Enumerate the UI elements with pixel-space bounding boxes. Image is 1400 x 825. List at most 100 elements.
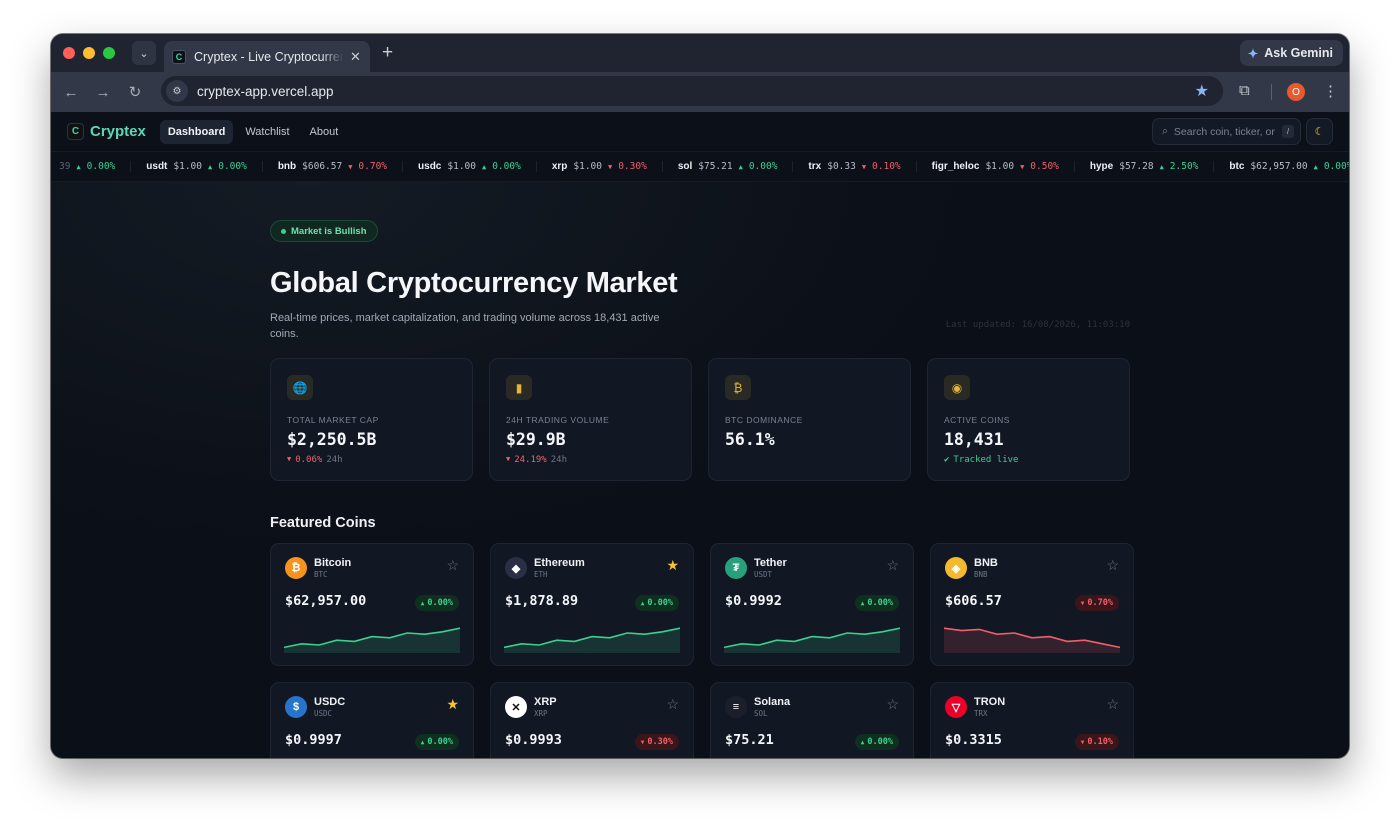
nav-links: Dashboard Watchlist About bbox=[159, 119, 347, 144]
triangle-down-icon: ▼ bbox=[506, 455, 511, 463]
favorite-star-icon[interactable]: ☆ bbox=[1106, 696, 1119, 713]
tab-strip: ⌄ C Cryptex - Live Cryptocurrency ✕ + ✦ … bbox=[51, 34, 1349, 72]
search-shortcut-key: / bbox=[1282, 125, 1294, 138]
ticker-change: 0.10% bbox=[872, 161, 901, 172]
favorite-star-icon[interactable]: ☆ bbox=[886, 696, 899, 713]
close-tab-icon[interactable]: ✕ bbox=[350, 49, 361, 65]
coin-card[interactable]: ₿ Bitcoin BTC ☆ $62,957.00 ▲ 0.00% bbox=[270, 543, 474, 666]
coin-card[interactable]: ✕ XRP XRP ☆ $0.9993 ▼ 0.30% bbox=[490, 682, 694, 758]
bookmark-star-icon[interactable]: ★ bbox=[1195, 81, 1209, 101]
ticker-item[interactable]: btc $62,957.00 ▲ 0.00% bbox=[1214, 161, 1349, 172]
triangle-up-icon: ▲ bbox=[860, 599, 865, 607]
favorite-star-icon[interactable]: ☆ bbox=[666, 696, 679, 713]
cryptex-app: C Cryptex Dashboard Watchlist About ⌕ Se… bbox=[51, 112, 1349, 758]
profile-avatar[interactable]: O bbox=[1287, 83, 1305, 101]
site-settings-icon[interactable]: ⚙ bbox=[166, 80, 188, 102]
search-placeholder: Search coin, ticker, or bbox=[1173, 125, 1275, 138]
ticker-item[interactable]: usdc $1.00 ▲ 0.00% bbox=[403, 161, 537, 172]
forward-arrow-icon[interactable]: → bbox=[87, 84, 119, 101]
change-pill: ▼ 0.70% bbox=[1074, 595, 1119, 611]
ask-gemini-button[interactable]: ✦ Ask Gemini bbox=[1239, 40, 1343, 66]
sparkline-chart bbox=[504, 627, 680, 653]
ticker-symbol: sol bbox=[677, 161, 693, 172]
favorite-star-icon[interactable]: ★ bbox=[666, 557, 679, 574]
coin-card[interactable]: ▽ TRON TRX ☆ $0.3315 ▼ 0.10% bbox=[930, 682, 1134, 758]
coin-header: ◆ Ethereum ETH bbox=[505, 557, 679, 579]
coin-ticker: ETH bbox=[534, 570, 548, 579]
ticker-price: $1.00 bbox=[573, 161, 602, 172]
triangle-down-icon: ▼ bbox=[861, 162, 867, 171]
triangle-up-icon: ▲ bbox=[640, 599, 645, 607]
cryptex-logo-icon: C bbox=[67, 123, 84, 140]
coin-names: XRP XRP bbox=[534, 696, 557, 718]
ticker-item[interactable]: xrp $1.00 ▼ 0.30% bbox=[537, 161, 663, 172]
bitcoin-icon: ₿ bbox=[725, 375, 751, 400]
coin-card[interactable]: ≡ Solana SOL ☆ $75.21 ▲ 0.00% bbox=[710, 682, 914, 758]
tab-search-button[interactable]: ⌄ bbox=[132, 41, 156, 65]
search-icon: ⌕ bbox=[1162, 125, 1168, 137]
sparkline-area bbox=[944, 628, 1120, 653]
ticker-item[interactable]: trx $0.33 ▼ 0.10% bbox=[793, 161, 917, 172]
coin-card[interactable]: ₮ Tether USDT ☆ $0.9992 ▲ 0.00% bbox=[710, 543, 914, 666]
badge-label: Market is Bullish bbox=[291, 225, 367, 237]
minimize-window-button[interactable] bbox=[83, 47, 95, 59]
stat-change: ✔ Tracked live bbox=[944, 455, 1113, 465]
ticker-price: $0.33 bbox=[827, 161, 856, 172]
cryptex-logo[interactable]: C Cryptex bbox=[67, 123, 146, 140]
ask-gemini-label: Ask Gemini bbox=[1264, 46, 1333, 60]
nav-watchlist[interactable]: Watchlist bbox=[237, 120, 297, 144]
coin-card[interactable]: ◈ BNB BNB ☆ $606.57 ▼ 0.70% bbox=[930, 543, 1134, 666]
extensions-puzzle-icon[interactable]: ⧉ bbox=[1239, 82, 1250, 99]
dashboard-main: Market is Bullish Global Cryptocurrency … bbox=[270, 220, 1134, 758]
coin-card[interactable]: ◆ Ethereum ETH ★ $1,878.89 ▲ 0.00% bbox=[490, 543, 694, 666]
ticker-item[interactable]: figr_heloc $1.00 ▼ 0.50% bbox=[917, 161, 1075, 172]
theme-toggle-button[interactable]: ☾ bbox=[1306, 118, 1333, 145]
triangle-down-icon: ▼ bbox=[1080, 738, 1085, 746]
stat-label: 24H TRADING VOLUME bbox=[506, 415, 610, 425]
ticker-item[interactable]: 39 ▲ 0.00% bbox=[51, 161, 132, 172]
coin-ticker: XRP bbox=[534, 709, 548, 718]
nav-about[interactable]: About bbox=[302, 120, 347, 144]
change-pill: ▲ 0.00% bbox=[414, 595, 459, 611]
coin-header: $ USDC USDC bbox=[285, 696, 459, 718]
app-navbar: C Cryptex Dashboard Watchlist About ⌕ Se… bbox=[51, 112, 1349, 152]
ticker-item[interactable]: sol $75.21 ▲ 0.00% bbox=[663, 161, 794, 172]
usdt-logo-icon: ₮ bbox=[725, 557, 747, 579]
favorite-star-icon[interactable]: ☆ bbox=[886, 557, 899, 574]
ticker-symbol: bnb bbox=[277, 161, 297, 172]
stat-change-period: 24h bbox=[550, 455, 567, 465]
coin-card[interactable]: $ USDC USDC ★ $0.9997 ▲ 0.00% bbox=[270, 682, 474, 758]
coin-name: TRON bbox=[974, 696, 1006, 708]
ticker-change: 0.50% bbox=[1030, 161, 1059, 172]
coin-header: ≡ Solana SOL bbox=[725, 696, 899, 718]
eth-logo-icon: ◆ bbox=[505, 557, 527, 579]
maximize-window-button[interactable] bbox=[103, 47, 115, 59]
last-updated-text: Last updated: 16/08/2026, 11:03:10 bbox=[945, 320, 1130, 330]
back-arrow-icon[interactable]: ← bbox=[55, 84, 87, 101]
coin-search-input[interactable]: ⌕ Search coin, ticker, or / bbox=[1152, 118, 1301, 145]
coin-icon: ◉ bbox=[944, 375, 970, 400]
ticker-item[interactable]: hype $57.28 ▲ 2.50% bbox=[1075, 161, 1215, 172]
coin-ticker: BTC bbox=[314, 570, 328, 579]
nav-dashboard[interactable]: Dashboard bbox=[159, 119, 234, 144]
address-bar[interactable]: ⚙ cryptex-app.vercel.app ★ bbox=[161, 76, 1223, 106]
favorite-star-icon[interactable]: ☆ bbox=[446, 557, 459, 574]
close-window-button[interactable] bbox=[63, 47, 75, 59]
new-tab-button[interactable]: + bbox=[382, 42, 393, 64]
reload-icon[interactable]: ↻ bbox=[119, 83, 151, 101]
favorite-star-icon[interactable]: ★ bbox=[446, 696, 459, 713]
ticker-item[interactable]: bnb $606.57 ▼ 0.70% bbox=[263, 161, 404, 172]
stat-change-period: 24h bbox=[326, 455, 343, 465]
coin-name: Bitcoin bbox=[314, 557, 352, 569]
favorite-star-icon[interactable]: ☆ bbox=[1106, 557, 1119, 574]
coin-names: TRON TRX bbox=[974, 696, 1005, 718]
url-text[interactable]: cryptex-app.vercel.app bbox=[197, 84, 334, 99]
stat-label: BTC DOMINANCE bbox=[725, 415, 803, 425]
active-tab[interactable]: C Cryptex - Live Cryptocurrency ✕ bbox=[164, 41, 370, 72]
price-ticker: 39 ▲ 0.00% usdt $1.00 ▲ 0.00% bnb $606.57 ▼ 0.70% u… bbox=[51, 152, 1349, 182]
featured-coins-heading: Featured Coins bbox=[270, 515, 376, 531]
change-value: 0.00% bbox=[427, 737, 453, 747]
browser-menu-icon[interactable]: ⋮ bbox=[1323, 82, 1338, 100]
coin-name: BNB bbox=[974, 557, 998, 569]
ticker-item[interactable]: usdt $1.00 ▲ 0.00% bbox=[131, 161, 263, 172]
